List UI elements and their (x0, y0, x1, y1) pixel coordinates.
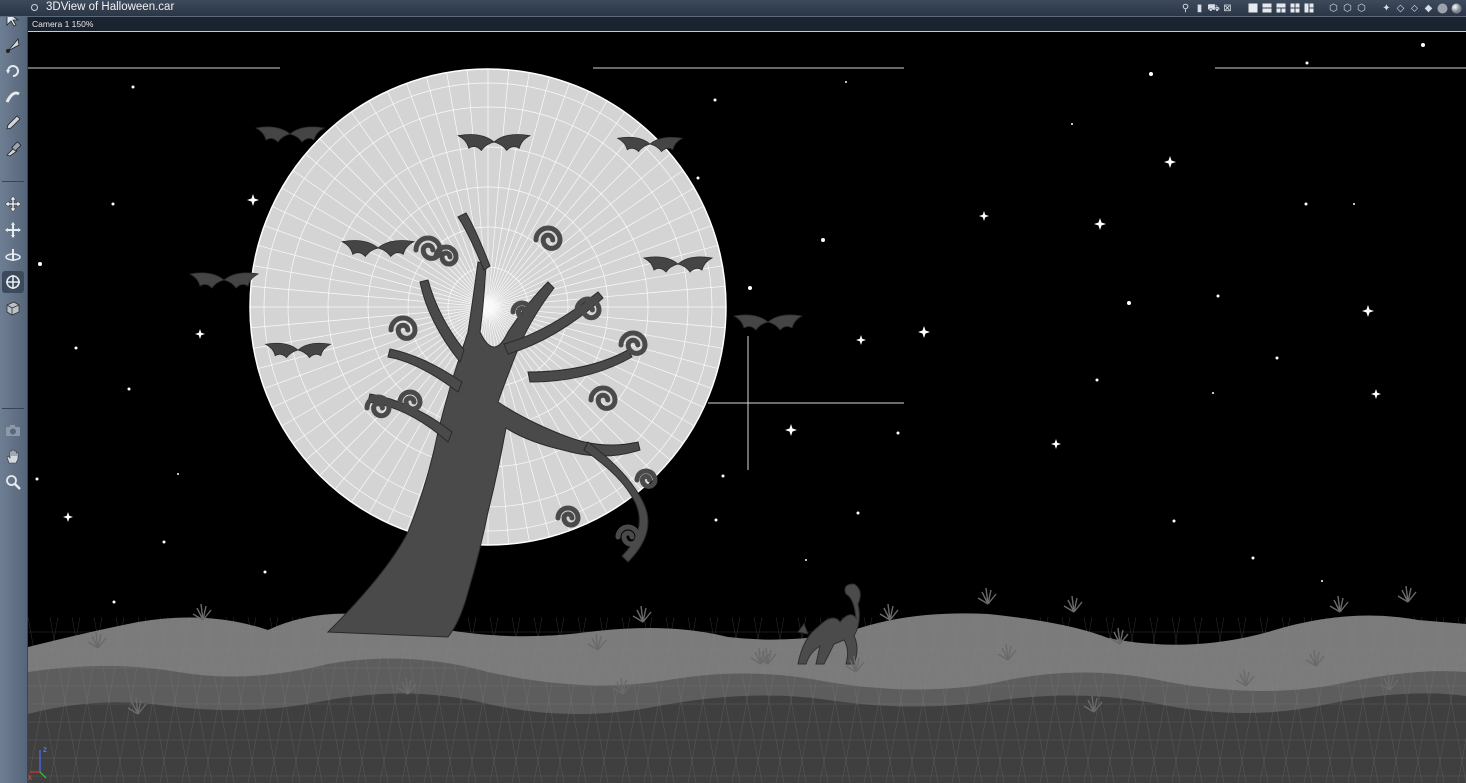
compass-icon[interactable]: ✦ (1381, 3, 1392, 14)
star (1304, 202, 1308, 206)
view-toolbar: ⚲ ▮ ⛟ ⊠ ⬡ ⬡ ⬡ ✦ ◇ ⬦ ◆ (1180, 0, 1462, 16)
star (721, 474, 725, 478)
toolbar-divider (2, 181, 24, 182)
window-title: 3DView of Halloween.car (46, 1, 175, 13)
camera-icon[interactable] (2, 419, 24, 441)
cube-outline-icon[interactable]: ◇ (1395, 3, 1406, 14)
star (111, 202, 115, 206)
shield-view-2-icon[interactable]: ⬡ (1342, 3, 1353, 14)
star (1251, 556, 1255, 560)
shield-view-3-icon[interactable]: ⬡ (1356, 3, 1367, 14)
star (1216, 294, 1220, 298)
layout-four-icon[interactable] (1289, 3, 1300, 14)
star (856, 511, 860, 515)
star (162, 540, 166, 544)
lock-icon[interactable]: ▮ (1194, 3, 1205, 14)
star (1275, 356, 1279, 360)
star (1212, 392, 1214, 394)
axis-z-label: z (43, 745, 47, 754)
move-icon[interactable] (2, 193, 24, 215)
star (1421, 43, 1425, 47)
camera-bar: Camera 1 150% (28, 17, 1466, 32)
3d-viewport[interactable]: z x (28, 32, 1466, 783)
star (896, 431, 900, 435)
star (1305, 61, 1309, 65)
star (714, 518, 718, 522)
link-icon[interactable]: ⚲ (1180, 3, 1191, 14)
pencil-icon[interactable] (2, 112, 24, 134)
bend-icon[interactable] (2, 86, 24, 108)
target-icon[interactable]: ⊠ (1222, 3, 1233, 14)
zoom-icon[interactable] (2, 471, 24, 493)
star (696, 176, 700, 180)
wire-cube-icon[interactable]: ⬦ (1409, 3, 1420, 14)
window-titlebar: 3DView of Halloween.car ⚲ ▮ ⛟ ⊠ ⬡ ⬡ ⬡ ✦ … (0, 0, 1466, 17)
star (38, 262, 42, 266)
star (748, 286, 752, 290)
camera-label[interactable]: Camera 1 150% (32, 18, 93, 30)
star (131, 85, 135, 89)
render-cube-icon[interactable] (2, 297, 24, 319)
scene-canvas[interactable]: z x (28, 32, 1466, 783)
star (127, 387, 131, 391)
star (713, 98, 717, 102)
star (112, 600, 116, 604)
lit-sphere-icon[interactable] (1451, 3, 1462, 14)
star (845, 81, 847, 83)
star (74, 346, 78, 350)
orbit-icon[interactable] (2, 271, 24, 293)
left-toolbar (0, 0, 28, 783)
node-select-icon[interactable] (2, 34, 24, 56)
star (1172, 519, 1176, 523)
star (1353, 203, 1355, 205)
move-z-icon[interactable] (2, 245, 24, 267)
toolbar-divider (2, 408, 24, 409)
layout-grid-icon[interactable] (1303, 3, 1314, 14)
hand-pan-icon[interactable] (2, 445, 24, 467)
sphere-icon[interactable] (1437, 3, 1448, 14)
star (1321, 580, 1323, 582)
move-xy-icon[interactable] (2, 219, 24, 241)
rotate-icon[interactable] (2, 60, 24, 82)
star (821, 238, 825, 242)
star (35, 477, 39, 481)
car-icon[interactable]: ⛟ (1207, 3, 1220, 14)
star (1071, 123, 1073, 125)
star (1127, 301, 1131, 305)
axis-x-label: x (28, 773, 32, 782)
hills[interactable] (28, 613, 1466, 783)
layout-three-icon[interactable] (1275, 3, 1286, 14)
star (1095, 378, 1099, 382)
window-menu-icon[interactable] (31, 4, 38, 11)
star (177, 473, 179, 475)
shield-view-icon[interactable]: ⬡ (1328, 3, 1339, 14)
star (1149, 72, 1153, 76)
star (805, 559, 807, 561)
shaded-cube-icon[interactable]: ◆ (1423, 3, 1434, 14)
layout-single-icon[interactable] (1247, 3, 1258, 14)
paint-icon[interactable] (2, 138, 24, 160)
layout-two-icon[interactable] (1261, 3, 1272, 14)
star (263, 570, 267, 574)
